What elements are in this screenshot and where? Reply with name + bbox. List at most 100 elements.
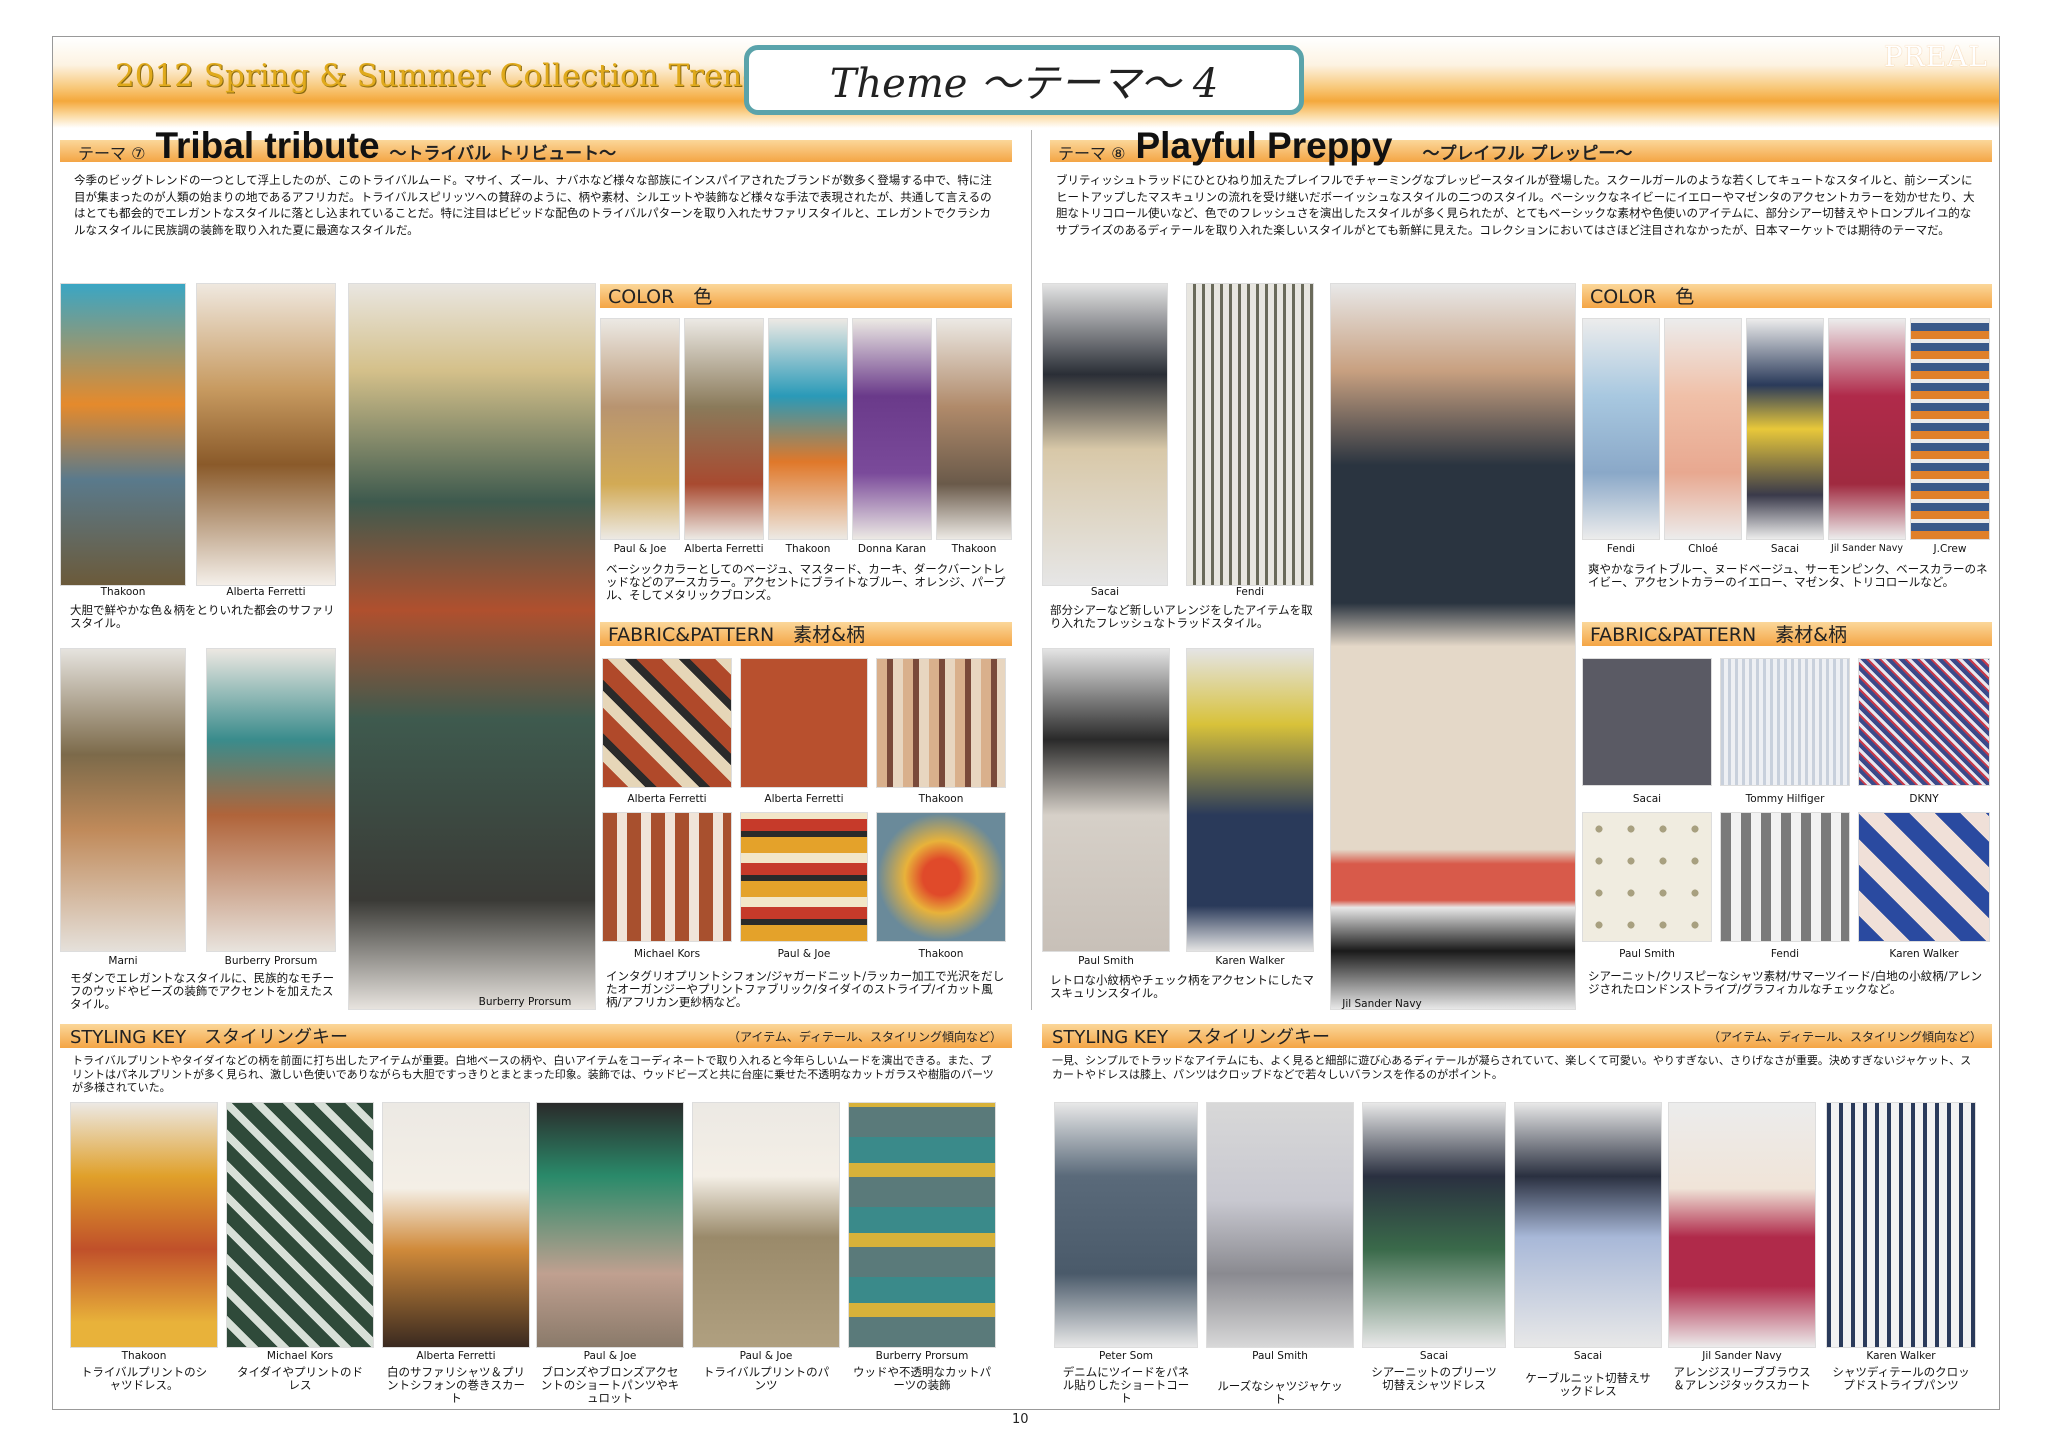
right-theme-header: テーマ ⑧ Playful Preppy ～プレイフル プレッピー～	[1058, 127, 1632, 164]
color-caption: Jil Sander Navy	[1831, 543, 1903, 554]
color-photo	[1910, 318, 1990, 540]
right-intro: ブリティッシュトラッドにひとひねり加えたプレイフルでチャーミングなプレッピースタ…	[1056, 173, 1975, 237]
styling-desc: シャツディテールのクロップドストライプパンツ	[1832, 1365, 1970, 1392]
look-photo	[60, 648, 186, 952]
color-photo	[936, 318, 1012, 540]
color-photo	[1828, 318, 1906, 540]
main-look-caption: Jil Sander Navy	[1342, 998, 1422, 1010]
styling-desc: トライバルプリントのパンツ	[702, 1365, 830, 1392]
styling-photo	[70, 1102, 218, 1348]
fabric-caption: Karen Walker	[1889, 948, 1959, 960]
styling-desc: ケーブルニット切替えサックドレス	[1525, 1371, 1651, 1398]
styling-desc: トライバルプリントのシャツドレス。	[80, 1365, 208, 1392]
look-photo	[1042, 283, 1168, 586]
color-caption: J.Crew	[1933, 543, 1967, 555]
fabric-caption: Sacai	[1632, 793, 1662, 805]
styling-desc: シアーニットのプリーツ切替えシャツドレス	[1371, 1365, 1497, 1392]
color-photo	[768, 318, 848, 540]
fabric-caption: Fendi	[1770, 948, 1800, 960]
styling-brand: Michael Kors	[266, 1350, 334, 1362]
color-label: COLOR 色	[608, 286, 713, 308]
fabric-swatch	[1720, 658, 1850, 786]
styling-photo	[1668, 1102, 1816, 1348]
color-caption: Thakoon	[785, 543, 831, 555]
fabric-caption: Paul Smith	[1619, 948, 1675, 960]
left-theme-label: テーマ ⑦	[78, 144, 146, 163]
color-caption: Alberta Ferretti	[684, 543, 764, 555]
color-photo	[1664, 318, 1742, 540]
styling-photo	[536, 1102, 684, 1348]
page-number: 10	[1012, 1412, 1029, 1427]
color-caption: Sacai	[1770, 543, 1800, 555]
styling-desc: ブロンズやブロンズアクセントのショートパンツやキュロット	[540, 1365, 680, 1405]
styling-photo	[692, 1102, 840, 1348]
styling-key-bar: STYLING KEY スタイリングキー （アイテム、ディテール、スタイリング傾…	[60, 1024, 1012, 1048]
color-photo	[1582, 318, 1660, 540]
main-look-caption: Burberry Prorsum	[478, 996, 572, 1008]
fabric-swatch	[1582, 812, 1712, 942]
styling-brand: Karen Walker	[1866, 1350, 1936, 1362]
look-photo	[1186, 283, 1314, 586]
fabric-note: シアーニット/クリスピーなシャツ素材/サマーツイード/白地の小紋柄/アレンジされ…	[1588, 969, 1983, 996]
brand-logo: PREAL	[1883, 40, 1988, 73]
fabric-label: FABRIC&PATTERN 素材&柄	[608, 624, 865, 646]
look-caption: Alberta Ferretti	[226, 586, 306, 598]
styling-photo	[1206, 1102, 1354, 1348]
fabric-caption: Paul & Joe	[777, 948, 831, 960]
look-photo	[196, 283, 336, 586]
look-photo	[206, 648, 336, 952]
styling-photo	[1514, 1102, 1662, 1348]
color-bar: COLOR 色	[1582, 284, 1992, 308]
look-photo	[60, 283, 186, 586]
fabric-swatch	[876, 812, 1006, 942]
color-photo	[600, 318, 680, 540]
styling-brand: Peter Som	[1099, 1350, 1153, 1362]
styling-desc: タイダイやプリントのドレス	[236, 1365, 364, 1392]
styling-photo	[226, 1102, 374, 1348]
left-title: Tribal tribute	[155, 125, 380, 166]
styling-key-text: トライバルプリントやタイダイなどの柄を前面に打ち出したアイテムが重要。白地ベース…	[72, 1054, 994, 1094]
styling-brand: Paul & Joe	[739, 1350, 793, 1362]
collection-subtitle: 2012 Spring & Summer Collection Trend	[115, 58, 763, 94]
look-note: 大胆で鮮やかな色＆柄をとりいれた都会のサファリスタイル。	[70, 603, 335, 630]
look-caption: Paul Smith	[1078, 955, 1134, 967]
left-title-jp: ～トライバル トリビュート～	[389, 144, 617, 164]
fabric-label: FABRIC&PATTERN 素材&柄	[1590, 624, 1847, 646]
styling-brand: Burberry Prorsum	[875, 1350, 969, 1362]
look-caption: Burberry Prorsum	[224, 955, 318, 967]
styling-desc: アレンジスリーブブラウス＆アレンジタックスカート	[1673, 1365, 1811, 1392]
fabric-caption: Tommy Hilfiger	[1745, 793, 1825, 805]
styling-photo	[1362, 1102, 1506, 1348]
color-photo	[684, 318, 764, 540]
styling-desc: デニムにツイードをパネル貼りしたショートコート	[1062, 1365, 1190, 1405]
look-caption: Fendi	[1235, 586, 1265, 598]
color-caption: Donna Karan	[857, 543, 927, 555]
right-theme-label: テーマ ⑧	[1058, 144, 1126, 163]
fabric-swatch	[1582, 658, 1712, 786]
look-photo	[1042, 648, 1170, 952]
styling-brand: Paul Smith	[1252, 1350, 1308, 1362]
styling-brand: Paul & Joe	[583, 1350, 637, 1362]
look-caption: Marni	[108, 955, 138, 967]
styling-brand: Alberta Ferretti	[416, 1350, 496, 1362]
color-note: 爽やかなライトブルー、ヌードベージュ、サーモンピンク、ベースカラーのネイビー、ア…	[1588, 562, 1988, 589]
fabric-swatch	[1858, 812, 1990, 942]
styling-photo	[1826, 1102, 1976, 1348]
main-look-photo	[348, 283, 596, 1010]
fabric-swatch	[876, 658, 1006, 788]
left-theme-header: テーマ ⑦ Tribal tribute ～トライバル トリビュート～	[78, 125, 617, 166]
fabric-swatch	[602, 658, 732, 788]
look-note: モダンでエレガントなスタイルに、民族的なモチーフのウッドやビーズの装飾でアクセン…	[70, 971, 335, 1011]
look-note: 部分シアーなど新しいアレンジをしたアイテムを取り入れたフレッシュなトラッドスタイ…	[1050, 603, 1313, 630]
look-photo	[1186, 648, 1314, 952]
fabric-bar: FABRIC&PATTERN 素材&柄	[600, 622, 1012, 646]
styling-photo	[848, 1102, 996, 1348]
styling-key-subtitle: （アイテム、ディテール、スタイリング傾向など）	[1708, 1029, 1982, 1044]
styling-photo	[382, 1102, 530, 1348]
fabric-swatch	[1720, 812, 1850, 942]
styling-brand: Jil Sander Navy	[1702, 1350, 1782, 1362]
styling-brand: Sacai	[1573, 1350, 1603, 1362]
look-caption: Sacai	[1090, 586, 1120, 598]
fabric-swatch	[740, 658, 868, 788]
fabric-caption: Michael Kors	[633, 948, 701, 960]
